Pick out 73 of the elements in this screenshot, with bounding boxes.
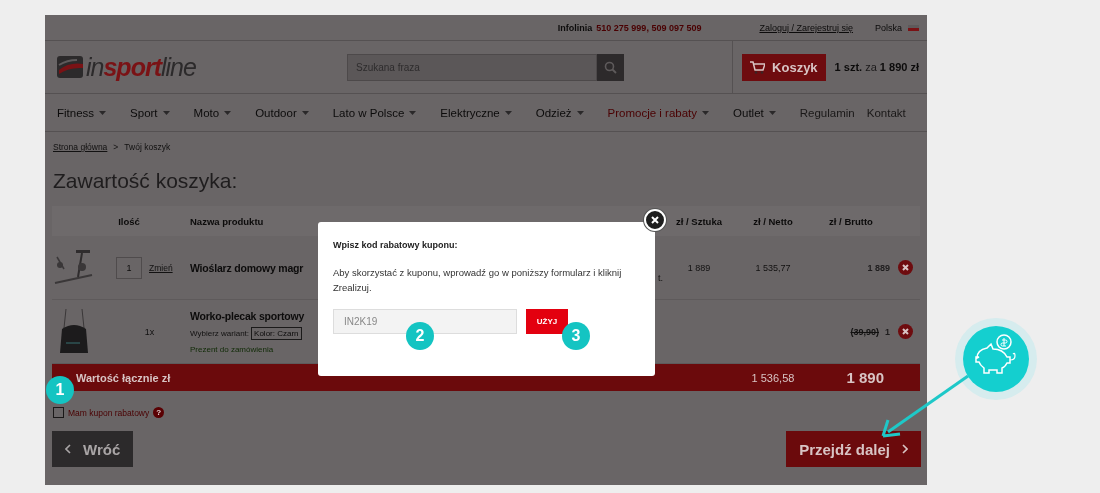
total-gross: 1 890 — [845, 369, 885, 386]
nav-item[interactable]: Lato w Polsce — [332, 106, 417, 119]
remove-icon[interactable] — [897, 324, 913, 339]
caret-icon — [99, 110, 107, 115]
caret-icon — [768, 110, 776, 115]
nav-item[interactable]: Odzież — [535, 106, 584, 119]
total-label: Wartość łącznie zł — [76, 371, 171, 384]
close-icon — [651, 216, 659, 224]
dialog-text: Aby skorzystać z kuponu, wprowadź go w poniższy formularz i kliknij Zrealizuj. — [333, 266, 623, 295]
table-cell-text: 1 889 — [866, 262, 890, 273]
login-link[interactable]: Zaloguj / Zarejestruj się — [759, 22, 853, 33]
column-header: zł / Sztuka — [676, 215, 722, 227]
old-price: (39,90) — [850, 326, 879, 337]
quantity-field[interactable]: 1 — [116, 256, 142, 279]
variant-select[interactable]: Kolor: Czarn — [251, 326, 302, 340]
hotline-numbers: 510 275 999, 509 097 509 — [596, 22, 702, 33]
piggy-bank-icon — [955, 318, 1037, 400]
column-header: zł / Netto — [753, 215, 793, 227]
quantity-text: 1x — [143, 326, 156, 337]
caret-icon — [224, 110, 232, 115]
language-selector[interactable]: Polska — [875, 22, 902, 33]
page-title: Zawartość koszyka: — [53, 169, 239, 193]
cart-summary: 1 szt. za 1 890 zł — [834, 61, 919, 73]
coupon-checkbox[interactable] — [53, 407, 64, 418]
total-net: 1 536,58 — [750, 371, 796, 384]
column-header: Ilość — [118, 215, 140, 227]
help-icon[interactable]: ? — [153, 407, 165, 418]
nav-item[interactable]: Fitness — [57, 106, 107, 119]
nav-item[interactable]: Outlet — [733, 106, 776, 119]
nav-item[interactable]: Elektryczne — [440, 106, 512, 119]
breadcrumb-link[interactable]: Strona główna — [53, 142, 108, 152]
breadcrumb-text: Twój koszyk — [124, 142, 171, 152]
nav-item[interactable]: Regulamin — [799, 106, 855, 119]
search-button[interactable] — [597, 53, 624, 81]
column-header: Nazwa produktu — [190, 215, 264, 227]
caret-icon — [409, 110, 417, 115]
table-cell: t. — [658, 273, 663, 283]
nav-item[interactable]: Kontakt — [866, 106, 906, 119]
table-cell-text: 1 535,77 — [754, 262, 792, 273]
chevron-right-icon — [902, 444, 908, 454]
nav-item[interactable]: Outdoor — [255, 106, 309, 119]
product-name: Worko-plecak sportowy — [190, 309, 305, 322]
change-link[interactable]: Zmień — [149, 262, 190, 273]
breadcrumb-text: > — [113, 142, 119, 152]
apply-button[interactable]: UŻYJ — [526, 309, 568, 334]
gift-note: Prezent do zamówienia — [190, 344, 274, 354]
coupon-label[interactable]: Mam kupon rabatowy — [68, 407, 150, 418]
cart-icon — [750, 60, 766, 74]
caret-icon — [301, 110, 309, 115]
logo-icon — [57, 56, 83, 78]
nav-item[interactable]: Promocje i rabaty — [607, 106, 710, 119]
next-button[interactable]: Przejdź dalej — [786, 431, 921, 467]
table-cell-text: 1 889 — [686, 262, 712, 273]
logo-text: insportline — [86, 52, 196, 82]
search-icon — [604, 60, 617, 74]
flag-icon — [908, 24, 919, 31]
caret-icon — [162, 110, 170, 115]
column-header: zł / Brutto — [829, 215, 873, 227]
variant-label: Wybierz wariant: — [190, 328, 250, 338]
back-button[interactable]: Wróć — [52, 431, 134, 467]
chevron-left-icon — [65, 444, 71, 454]
caret-icon — [702, 110, 710, 115]
dialog-title: Wpisz kod rabatowy kuponu: — [333, 240, 459, 250]
caret-icon — [504, 110, 512, 115]
nav-item[interactable]: Sport — [130, 106, 170, 119]
product-name: Wioślarz domowy magr — [190, 261, 304, 274]
remove-icon[interactable] — [897, 260, 913, 275]
close-button[interactable] — [644, 209, 666, 231]
table-cell: 1 — [885, 326, 890, 337]
nav-item[interactable]: Moto — [193, 106, 232, 119]
hotline-label: Infolinia — [557, 22, 593, 33]
cart-button[interactable]: Koszyk — [742, 53, 826, 81]
caret-icon — [576, 110, 584, 115]
